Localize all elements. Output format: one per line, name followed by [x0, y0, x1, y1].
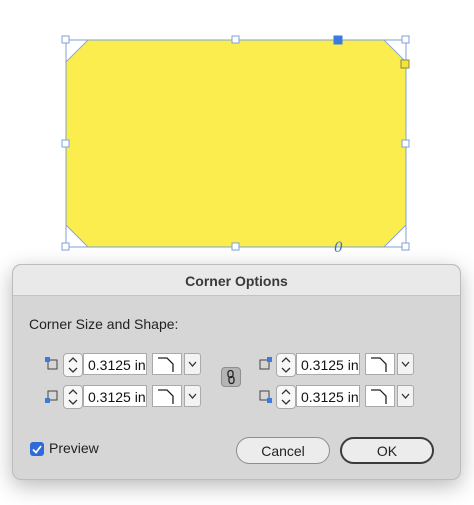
- corner-row-top-right: 0.3125 in: [258, 353, 418, 377]
- live-corner-handle[interactable]: [333, 35, 343, 45]
- top-left-shape-select[interactable]: [152, 353, 182, 375]
- handle-top-left: [61, 35, 70, 44]
- ok-button[interactable]: OK: [340, 437, 434, 464]
- stepper-arrows-icon: [281, 389, 291, 405]
- corner-size-shape-label: Corner Size and Shape:: [29, 316, 179, 332]
- top-right-stepper[interactable]: [276, 353, 296, 377]
- top-right-shape-dropdown[interactable]: [397, 353, 414, 375]
- bottom-left-corner-icon: [45, 390, 58, 403]
- bevel-shape-icon: [158, 357, 174, 372]
- handle-bottom-left: [61, 242, 70, 251]
- handle-middle-right: [401, 139, 410, 148]
- chain-link-icon: [227, 369, 235, 385]
- top-left-corner-icon: [45, 357, 58, 370]
- dialog-titlebar[interactable]: Corner Options: [13, 265, 460, 296]
- top-left-stepper[interactable]: [63, 353, 83, 377]
- handle-bottom-center: [231, 242, 240, 251]
- handle-middle-left: [61, 139, 70, 148]
- corner-widget-handle[interactable]: [400, 59, 410, 69]
- bottom-right-shape-select[interactable]: [365, 385, 395, 407]
- stepper-arrows-icon: [281, 357, 291, 373]
- bottom-right-corner-icon: [259, 390, 272, 403]
- bevel-shape-icon: [371, 389, 387, 404]
- bevel-shape-icon: [371, 357, 387, 372]
- beveled-rectangle-shape[interactable]: [65, 39, 407, 248]
- top-left-size-input[interactable]: 0.3125 in: [83, 353, 147, 375]
- dialog-title: Corner Options: [185, 273, 288, 289]
- bottom-right-shape-dropdown[interactable]: [397, 385, 414, 407]
- chevron-down-icon: [401, 393, 410, 399]
- corner-options-dialog: Corner Options Corner Size and Shape: 0.…: [12, 264, 461, 480]
- bottom-right-size-input[interactable]: 0.3125 in: [296, 385, 360, 407]
- chevron-down-icon: [401, 361, 410, 367]
- stepper-arrows-icon: [68, 357, 78, 373]
- bottom-right-stepper[interactable]: [276, 385, 296, 409]
- handle-top-right: [401, 35, 410, 44]
- document-canvas[interactable]: 0: [0, 0, 474, 270]
- top-right-size-input[interactable]: 0.3125 in: [296, 353, 360, 375]
- top-right-corner-icon: [259, 357, 272, 370]
- bottom-left-size-input[interactable]: 0.3125 in: [83, 385, 147, 407]
- chevron-down-icon: [188, 361, 197, 367]
- preview-checkbox[interactable]: [30, 442, 44, 456]
- link-settings-button[interactable]: [221, 367, 241, 387]
- bottom-left-shape-dropdown[interactable]: [184, 385, 201, 407]
- corner-row-bottom-right: 0.3125 in: [258, 385, 418, 409]
- chevron-down-icon: [188, 393, 197, 399]
- corner-row-top-left: 0.3125 in: [45, 353, 205, 377]
- top-left-shape-dropdown[interactable]: [184, 353, 201, 375]
- bottom-left-shape-select[interactable]: [152, 385, 182, 407]
- corner-row-bottom-left: 0.3125 in: [45, 385, 205, 409]
- content-grabber-icon[interactable]: 0: [334, 240, 343, 256]
- bevel-shape-icon: [158, 389, 174, 404]
- preview-label[interactable]: Preview: [49, 440, 99, 456]
- handle-top-center: [231, 35, 240, 44]
- bottom-left-stepper[interactable]: [63, 385, 83, 409]
- handle-bottom-right: [401, 242, 410, 251]
- stepper-arrows-icon: [68, 389, 78, 405]
- checkmark-icon: [32, 445, 42, 454]
- top-right-shape-select[interactable]: [365, 353, 395, 375]
- cancel-button[interactable]: Cancel: [236, 437, 330, 464]
